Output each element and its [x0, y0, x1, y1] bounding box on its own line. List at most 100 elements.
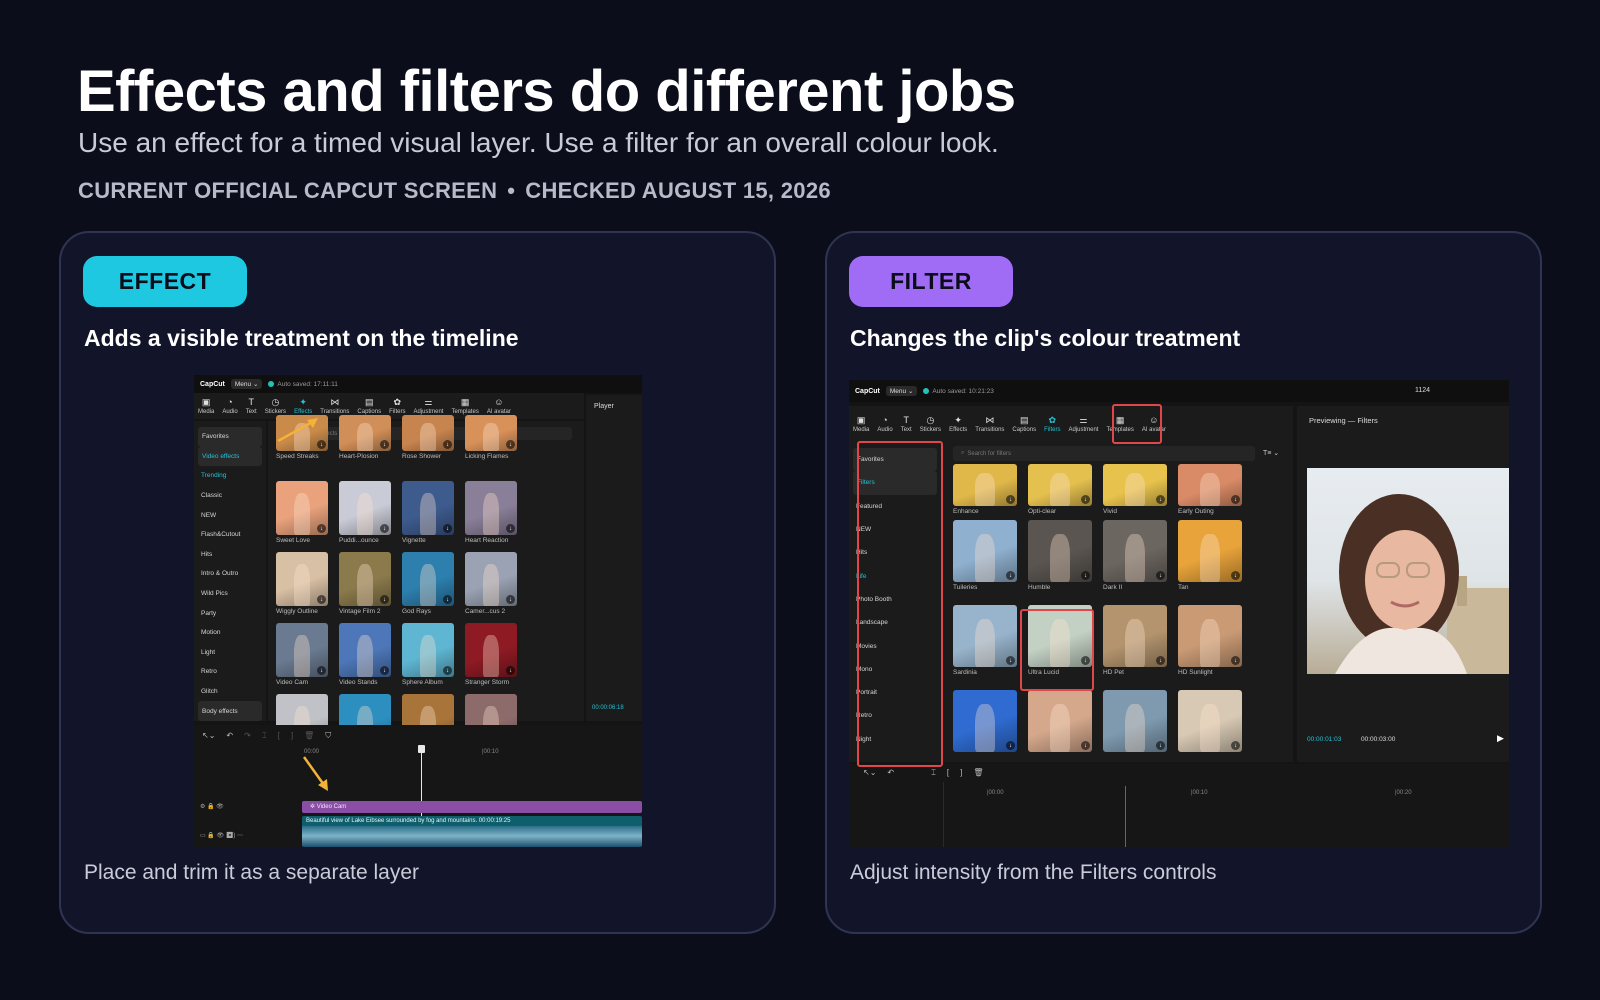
tile-hd-pet[interactable]: ↓ HD Pet: [1103, 605, 1167, 676]
delete-icon[interactable]: 🗑: [973, 768, 983, 778]
sidebar-item-favorites[interactable]: Favorites: [198, 427, 262, 447]
tile-rose-shower[interactable]: ↓ Rose Shower: [402, 415, 454, 463]
tile-sphere-album[interactable]: ↓ Sphere Album: [402, 623, 454, 686]
download-icon[interactable]: ↓: [380, 440, 389, 449]
download-icon[interactable]: ↓: [1081, 495, 1090, 504]
download-icon[interactable]: ↓: [317, 524, 326, 533]
sidebar-item-flash-cutout[interactable]: Flash&Cutout: [194, 525, 266, 545]
tile-tuileries[interactable]: ↓ Tuileries: [953, 520, 1017, 591]
download-icon[interactable]: ↓: [1156, 495, 1165, 504]
download-icon[interactable]: ↓: [443, 595, 452, 604]
download-icon[interactable]: ↓: [1231, 656, 1240, 665]
split-icon[interactable]: ⌶: [262, 731, 267, 741]
tab-transitions[interactable]: ⋈ Transitions: [971, 406, 1008, 442]
play-icon[interactable]: ▶: [1497, 733, 1504, 744]
sidebar-item-trending[interactable]: Trending: [194, 466, 266, 486]
trim-left-icon[interactable]: [: [278, 731, 280, 741]
download-icon[interactable]: ↓: [380, 666, 389, 675]
tile-humble[interactable]: ↓ Humble: [1028, 520, 1092, 591]
tile-item-14[interactable]: ↓: [1103, 690, 1167, 752]
tile-hd-sunlight[interactable]: ↓ HD Sunlight: [1178, 605, 1242, 676]
download-icon[interactable]: ↓: [1081, 741, 1090, 750]
download-icon[interactable]: ↓: [1156, 741, 1165, 750]
download-icon[interactable]: ↓: [506, 666, 515, 675]
download-icon[interactable]: ↓: [1231, 571, 1240, 580]
sidebar-item-glitch[interactable]: Glitch: [194, 682, 266, 702]
sidebar-item-body-effects[interactable]: Body effects: [198, 701, 262, 721]
tile-item-15[interactable]: ↓: [1178, 690, 1242, 752]
download-icon[interactable]: ↓: [443, 524, 452, 533]
sidebar-item-classic[interactable]: Classic: [194, 486, 266, 506]
sidebar-item-motion[interactable]: Motion: [194, 623, 266, 643]
tab-media[interactable]: ▣ Media: [194, 393, 218, 419]
tile-vivid[interactable]: ↓ Vivid: [1103, 464, 1167, 518]
tab-captions[interactable]: ▤ Captions: [1008, 406, 1040, 442]
tile-enhance[interactable]: ↓ Enhance: [953, 464, 1017, 518]
shield-icon[interactable]: ⛉: [325, 731, 331, 741]
undo-icon[interactable]: ↶: [887, 768, 894, 778]
download-icon[interactable]: ↓: [1156, 571, 1165, 580]
trim-left-icon[interactable]: [: [947, 768, 949, 778]
menu-button[interactable]: Menu ⌄: [885, 386, 918, 396]
undo-icon[interactable]: ↶: [226, 731, 233, 741]
download-icon[interactable]: ↓: [1231, 741, 1240, 750]
sidebar-item-wild-pics[interactable]: Wild Pics: [194, 584, 266, 604]
download-icon[interactable]: ↓: [1006, 571, 1015, 580]
download-icon[interactable]: ↓: [317, 666, 326, 675]
tile-wiggly-outline[interactable]: ↓ Wiggly Outline: [276, 552, 328, 615]
tab-text[interactable]: T Text: [897, 406, 916, 442]
tab-audio[interactable]: ◔ Audio: [873, 406, 896, 442]
tile-item-13[interactable]: ↓: [1028, 690, 1092, 752]
download-icon[interactable]: ↓: [1006, 495, 1015, 504]
sidebar-item-party[interactable]: Party: [194, 603, 266, 623]
download-icon[interactable]: ↓: [443, 440, 452, 449]
redo-icon[interactable]: ↷: [244, 731, 251, 741]
tab-text[interactable]: T Text: [242, 393, 261, 419]
tile-god-rays[interactable]: ↓ God Rays: [402, 552, 454, 615]
sidebar-item-new[interactable]: NEW: [194, 505, 266, 525]
download-icon[interactable]: ↓: [1006, 741, 1015, 750]
tile-heart-plosion[interactable]: ↓ Heart-Plosion: [339, 415, 391, 463]
tile-tan[interactable]: ↓ Tan: [1178, 520, 1242, 591]
delete-icon[interactable]: 🗑: [304, 731, 314, 741]
select-tool-icon[interactable]: ↖⌄: [202, 731, 215, 741]
download-icon[interactable]: ↓: [380, 524, 389, 533]
download-icon[interactable]: ↓: [506, 595, 515, 604]
tile-camer-cus-2[interactable]: ↓ Camer...cus 2: [465, 552, 517, 615]
menu-button[interactable]: Menu ⌄: [230, 379, 263, 389]
trim-right-icon[interactable]: ]: [291, 731, 293, 741]
sort-icon[interactable]: T≡ ⌄: [1263, 449, 1279, 457]
tab-adjustment[interactable]: ⚌ Adjustment: [1064, 406, 1102, 442]
sidebar-item-retro[interactable]: Retro: [194, 662, 266, 682]
effect-track[interactable]: ✲ Video Cam: [302, 801, 642, 813]
download-icon[interactable]: ↓: [1081, 571, 1090, 580]
download-icon[interactable]: ↓: [317, 595, 326, 604]
tile-sardinia[interactable]: ↓ Sardinia: [953, 605, 1017, 676]
search-input[interactable]: ⌕ Search for filters: [953, 446, 1255, 461]
tile-puddi-ounce[interactable]: ↓ Puddi...ounce: [339, 481, 391, 544]
download-icon[interactable]: ↓: [1006, 656, 1015, 665]
sidebar-item-intro-outro[interactable]: Intro & Outro: [194, 564, 266, 584]
download-icon[interactable]: ↓: [1156, 656, 1165, 665]
video-track[interactable]: Beautiful view of Lake Eibsee surrounded…: [302, 816, 642, 847]
select-tool-icon[interactable]: ↖⌄: [863, 768, 876, 778]
tile-vignette[interactable]: ↓ Vignette: [402, 481, 454, 544]
tile-heart-reaction[interactable]: ↓ Heart Reaction: [465, 481, 517, 544]
tile-early-outing[interactable]: ↓ Early Outing: [1178, 464, 1242, 518]
download-icon[interactable]: ↓: [443, 666, 452, 675]
download-icon[interactable]: ↓: [506, 440, 515, 449]
tile-opti-clear[interactable]: ↓ Opti-clear: [1028, 464, 1092, 518]
trim-right-icon[interactable]: ]: [960, 768, 962, 778]
download-icon[interactable]: ↓: [380, 595, 389, 604]
tile-sweet-love[interactable]: ↓ Sweet Love: [276, 481, 328, 544]
tile-stranger-storm[interactable]: ↓ Stranger Storm: [465, 623, 517, 686]
tile-dark-ii[interactable]: ↓ Dark II: [1103, 520, 1167, 591]
download-icon[interactable]: ↓: [1231, 495, 1240, 504]
sidebar-item-video-effects[interactable]: Video effects: [198, 446, 262, 467]
tile-video-stands[interactable]: ↓ Video Stands: [339, 623, 391, 686]
tile-vintage-film-2[interactable]: ↓ Vintage Film 2: [339, 552, 391, 615]
tab-effects[interactable]: ✦ Effects: [945, 406, 971, 442]
tab-audio[interactable]: ◔ Audio: [218, 393, 241, 419]
playhead-handle[interactable]: [418, 745, 425, 753]
sidebar-item-light[interactable]: Light: [194, 643, 266, 663]
